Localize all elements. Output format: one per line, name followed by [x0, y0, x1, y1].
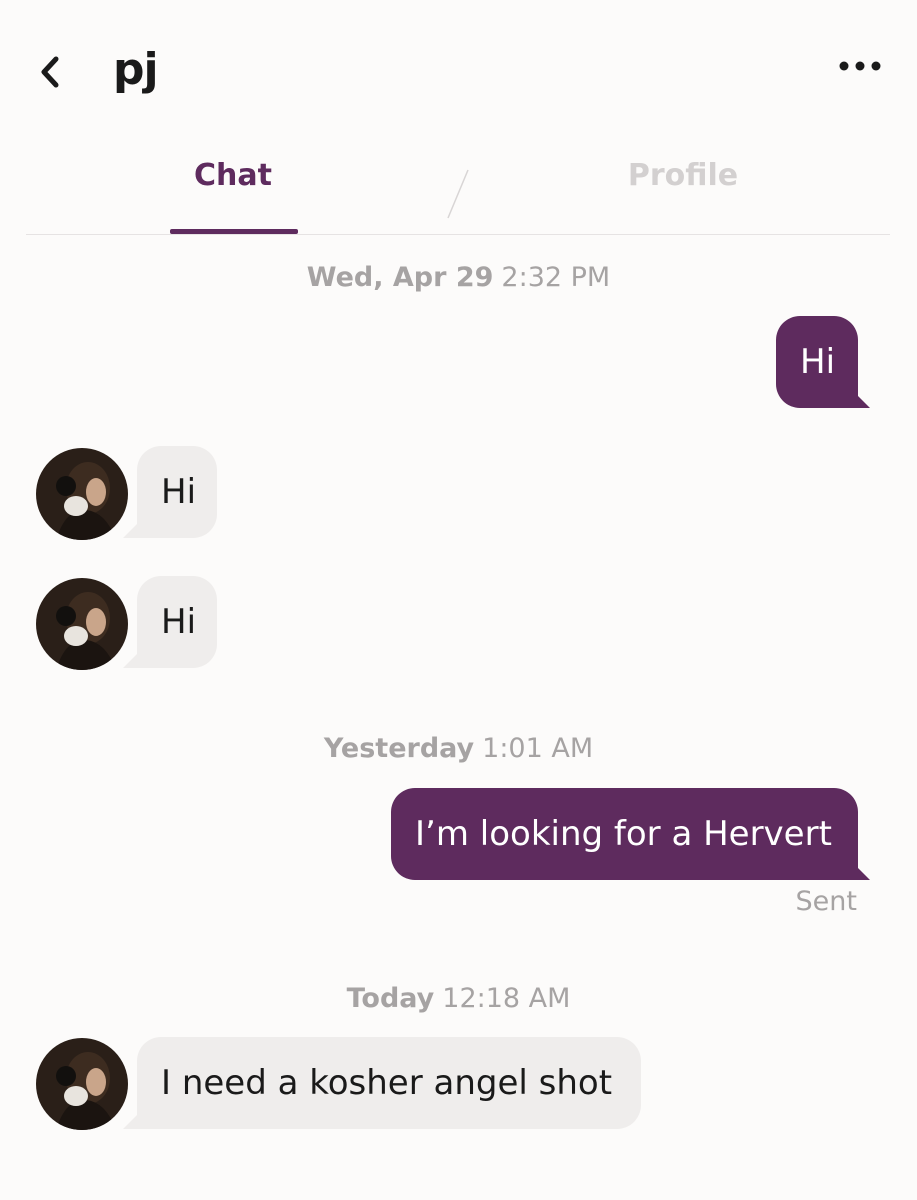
message-status: Sent: [795, 886, 857, 917]
tab-chat[interactable]: Chat: [110, 150, 356, 234]
timestamp-day: Yesterday: [323, 733, 475, 764]
timestamp-day: Wed, Apr 29: [306, 262, 494, 293]
back-button[interactable]: [30, 50, 70, 94]
message-text: Hi: [161, 472, 197, 512]
message-text: Hi: [161, 602, 197, 642]
avatar[interactable]: [36, 448, 128, 540]
header-divider: [26, 234, 890, 235]
timestamp-divider: Wed, Apr 29 2:32 PM: [0, 262, 917, 293]
message-bubble-outgoing[interactable]: Hi: [776, 316, 858, 408]
chat-header: pj Chat Profile: [0, 0, 917, 235]
message-text: I need a kosher angel shot: [161, 1063, 613, 1103]
message-text: Hi: [800, 342, 836, 382]
more-options-button[interactable]: [830, 46, 890, 86]
avatar-photo: [36, 578, 128, 670]
conversation-title: pj: [113, 44, 159, 95]
timestamp-day: Today: [346, 983, 435, 1014]
timestamp-divider: Yesterday 1:01 AM: [0, 733, 917, 764]
avatar-photo: [36, 448, 128, 540]
timestamp-time: 12:18 AM: [442, 983, 571, 1014]
message-bubble-outgoing[interactable]: I’m looking for a Hervert: [391, 788, 858, 880]
tab-divider: [447, 169, 469, 219]
more-horizontal-icon: [839, 61, 881, 71]
avatar[interactable]: [36, 578, 128, 670]
chevron-left-icon: [41, 56, 59, 88]
tab-chat-label: Chat: [194, 158, 272, 193]
timestamp-time: 1:01 AM: [482, 733, 594, 764]
message-text: I’m looking for a Hervert: [415, 814, 832, 854]
avatar[interactable]: [36, 1038, 128, 1130]
tab-profile[interactable]: Profile: [560, 150, 806, 234]
avatar-photo: [36, 1038, 128, 1130]
timestamp-divider: Today 12:18 AM: [0, 983, 917, 1014]
message-bubble-incoming[interactable]: Hi: [137, 446, 217, 538]
tab-profile-label: Profile: [627, 158, 739, 193]
message-bubble-incoming[interactable]: I need a kosher angel shot: [137, 1037, 641, 1129]
message-bubble-incoming[interactable]: Hi: [137, 576, 217, 668]
timestamp-time: 2:32 PM: [501, 262, 611, 293]
